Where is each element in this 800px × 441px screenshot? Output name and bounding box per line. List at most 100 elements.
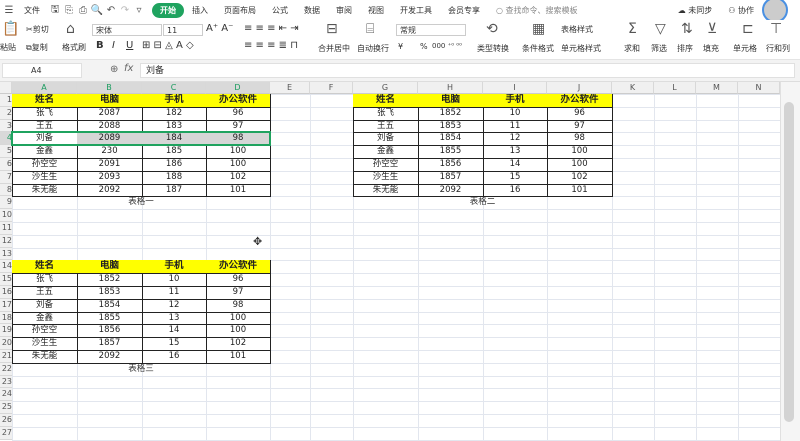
table-cell[interactable]: 12 [483, 132, 548, 147]
tab-insert[interactable]: 插入 [184, 5, 216, 16]
print-icon[interactable]: ⎙ [76, 5, 90, 16]
table-cell[interactable]: 10 [142, 273, 207, 287]
paste-button[interactable]: 粘贴 [0, 42, 16, 53]
customize-icon[interactable]: ▿ [132, 5, 146, 16]
table-cell[interactable]: 97 [547, 119, 613, 134]
table-cell[interactable]: 100 [547, 145, 613, 159]
table-cell[interactable]: 孙空空 [353, 158, 419, 172]
table-cell[interactable]: 2091 [77, 158, 143, 172]
table-header-cell[interactable]: 电脑 [77, 260, 143, 275]
save-icon[interactable]: 🖫 [48, 2, 62, 19]
column-header-J[interactable]: J [547, 82, 612, 94]
align-vertical-icons[interactable]: ≡ ≡ ≡ ⇤ ⇥ [244, 23, 299, 34]
row-header[interactable]: 27 [0, 426, 12, 440]
table-cell[interactable]: 102 [206, 337, 271, 351]
table-cell[interactable]: 孙空空 [12, 324, 78, 339]
merge-icon[interactable]: ⊟ [326, 21, 338, 37]
table-cell[interactable]: 1855 [77, 311, 143, 326]
row-header[interactable]: 2 [0, 106, 12, 120]
filter-button[interactable]: 筛选 [651, 43, 667, 54]
row-header[interactable]: 22 [0, 362, 12, 376]
row-header[interactable]: 19 [0, 324, 12, 338]
table-cell[interactable]: 101 [206, 183, 271, 198]
column-header-G[interactable]: G [353, 82, 418, 94]
table-cell[interactable]: 14 [142, 324, 207, 339]
column-header-E[interactable]: E [270, 82, 310, 94]
table-header-cell[interactable]: 手机 [142, 260, 207, 275]
row-header[interactable]: 9 [0, 196, 12, 210]
table-cell[interactable]: 100 [206, 311, 271, 326]
table-cell[interactable]: 100 [547, 158, 613, 172]
column-header-A[interactable]: A [12, 82, 77, 94]
column-header-H[interactable]: H [418, 82, 483, 94]
column-header-L[interactable]: L [654, 82, 696, 94]
table-cell[interactable]: 张飞 [12, 273, 78, 287]
table-cell[interactable]: 金鑫 [12, 145, 78, 159]
column-header-F[interactable]: F [310, 82, 353, 94]
font-select[interactable]: 宋体 [92, 24, 162, 36]
collab-button[interactable]: ⚇ 协作 [720, 5, 762, 16]
table-cell[interactable]: 16 [483, 183, 548, 198]
tab-member[interactable]: 会员专享 [440, 5, 488, 16]
file-menu[interactable]: 文件 [16, 5, 48, 16]
table-cell[interactable]: 沙生生 [12, 170, 78, 185]
table-header-cell[interactable]: 办公软件 [206, 94, 271, 108]
filter-icon[interactable]: ▽ [655, 21, 666, 37]
row-header[interactable]: 14 [0, 260, 12, 274]
row-header[interactable]: 23 [0, 375, 12, 389]
type-convert-button[interactable]: 类型转换 [477, 43, 509, 54]
font-size-select[interactable]: 11 [163, 24, 203, 36]
table-cell[interactable]: 1853 [77, 286, 143, 300]
table-header-cell[interactable]: 办公软件 [206, 260, 271, 275]
table-cell[interactable]: 刘备 [12, 298, 78, 313]
table-cell[interactable]: 1857 [418, 170, 484, 185]
tab-data[interactable]: 数据 [296, 5, 328, 16]
cell-button[interactable]: 单元格 [733, 43, 757, 54]
tab-page-layout[interactable]: 页面布局 [216, 5, 264, 16]
column-header-N[interactable]: N [738, 82, 780, 94]
table-cell[interactable]: 王五 [12, 286, 78, 300]
table-cell[interactable]: 朱无能 [353, 183, 419, 198]
row-header[interactable]: 25 [0, 401, 12, 414]
formula-input[interactable]: 刘备 [140, 63, 795, 78]
table-header-cell[interactable]: 电脑 [77, 94, 143, 108]
column-header-M[interactable]: M [696, 82, 738, 94]
row-header[interactable]: 10 [0, 209, 12, 222]
table-cell[interactable]: 102 [547, 170, 613, 185]
table-cell[interactable]: 13 [142, 311, 207, 326]
fill-icon[interactable]: ⊻ [707, 21, 717, 37]
format-painter-button[interactable]: 格式刷 [62, 42, 86, 53]
table-header-cell[interactable]: 手机 [142, 94, 207, 108]
sum-button[interactable]: 求和 [624, 43, 640, 54]
table-header-cell[interactable]: 办公软件 [547, 94, 613, 108]
table-cell[interactable]: 182 [142, 106, 207, 121]
border-icon[interactable]: ⊞ ⊟ ◬ A ◇ [142, 40, 194, 51]
table-cell[interactable]: 96 [206, 273, 271, 287]
cell-icon[interactable]: ⊏ [742, 21, 754, 37]
convert-icon[interactable]: ⟲ [486, 21, 498, 37]
rowcol-button[interactable]: 行和列 [766, 43, 790, 54]
sum-icon[interactable]: Σ [628, 21, 637, 37]
table-cell[interactable]: 102 [206, 170, 271, 185]
row-header[interactable]: 12 [0, 234, 12, 248]
tab-view[interactable]: 视图 [360, 5, 392, 16]
table-cell[interactable]: 孙空空 [12, 158, 78, 172]
table-header-cell[interactable]: 姓名 [12, 94, 78, 108]
table-header-cell[interactable]: 姓名 [12, 260, 78, 275]
sort-icon[interactable]: ⇅ [681, 21, 693, 37]
sync-status[interactable]: ☁ 未同步 [670, 5, 721, 16]
row-header[interactable]: 1 [0, 94, 12, 107]
column-header-D[interactable]: D [206, 82, 270, 94]
column-header-I[interactable]: I [483, 82, 547, 94]
redo-icon[interactable]: ↷ [118, 5, 132, 16]
row-header[interactable]: 8 [0, 183, 12, 197]
row-header[interactable]: 18 [0, 311, 12, 325]
table-cell[interactable]: 98 [547, 132, 613, 147]
tab-developer[interactable]: 开发工具 [392, 5, 440, 16]
row-header[interactable]: 24 [0, 388, 12, 402]
table-cell[interactable]: 张飞 [353, 106, 419, 121]
row-header[interactable]: 7 [0, 170, 12, 184]
row-header[interactable]: 13 [0, 247, 12, 261]
table-cell[interactable]: 101 [547, 183, 613, 198]
table-cell[interactable]: 13 [483, 145, 548, 159]
